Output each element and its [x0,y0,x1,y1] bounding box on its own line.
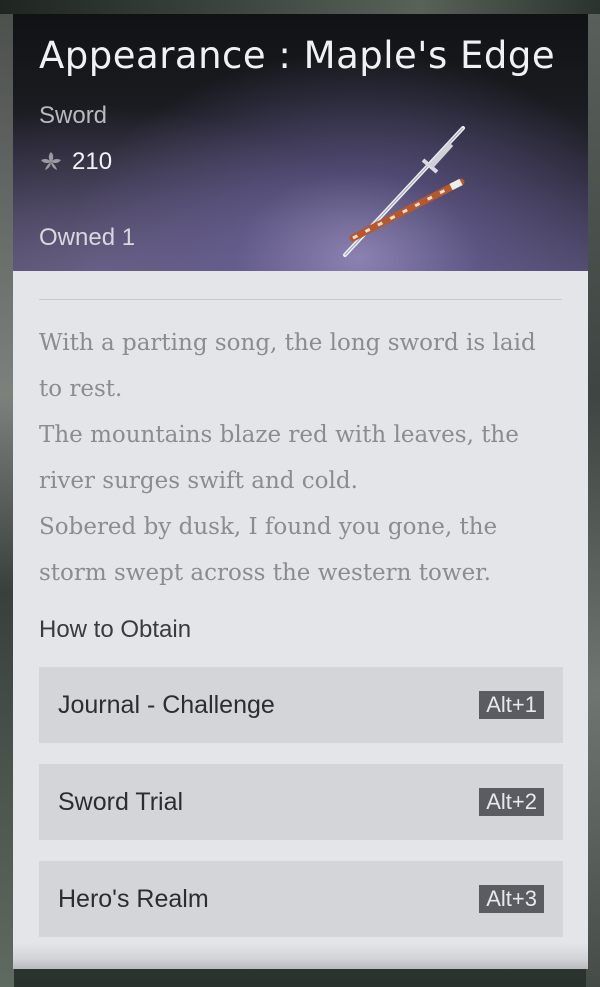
item-title: Appearance : Maple's Edge [39,34,556,77]
item-description: With a parting song, the long sword is l… [39,320,559,596]
obtain-option-heros-realm[interactable]: Hero's Realm Alt+3 [39,861,563,937]
obtain-option-label: Journal - Challenge [58,690,275,719]
item-tooltip-panel: Appearance : Maple's Edge Sword 210 Owne… [13,14,588,969]
obtain-option-label: Hero's Realm [58,884,209,913]
hotkey-badge: Alt+1 [479,691,544,719]
description-line: The mountains blaze red with leaves, the… [39,422,519,494]
item-price-row: 210 [38,148,112,176]
description-line: With a parting song, the long sword is l… [39,330,536,402]
item-price: 210 [72,148,113,175]
sword-item-icon [343,126,465,257]
header-divider [39,299,562,300]
how-to-obtain-heading: How to Obtain [39,616,192,643]
panel-bottom-edge [13,943,588,969]
background-scenery-top [0,0,600,14]
item-header: Appearance : Maple's Edge Sword 210 Owne… [13,14,588,271]
hotkey-badge: Alt+2 [479,788,544,816]
background-scenery-left [0,0,14,987]
leaf-currency-icon [41,152,61,170]
obtain-option-label: Sword Trial [58,787,184,816]
description-line: Sobered by dusk, I found you gone, the s… [39,514,498,586]
obtain-options-list: Journal - Challenge Alt+1 Sword Trial Al… [39,667,563,958]
hotkey-badge: Alt+3 [479,885,544,913]
owned-count: Owned 1 [39,224,136,251]
item-type: Sword [39,102,108,129]
background-scenery-right [586,0,600,987]
obtain-option-journal-challenge[interactable]: Journal - Challenge Alt+1 [39,667,563,743]
obtain-option-sword-trial[interactable]: Sword Trial Alt+2 [39,764,563,840]
